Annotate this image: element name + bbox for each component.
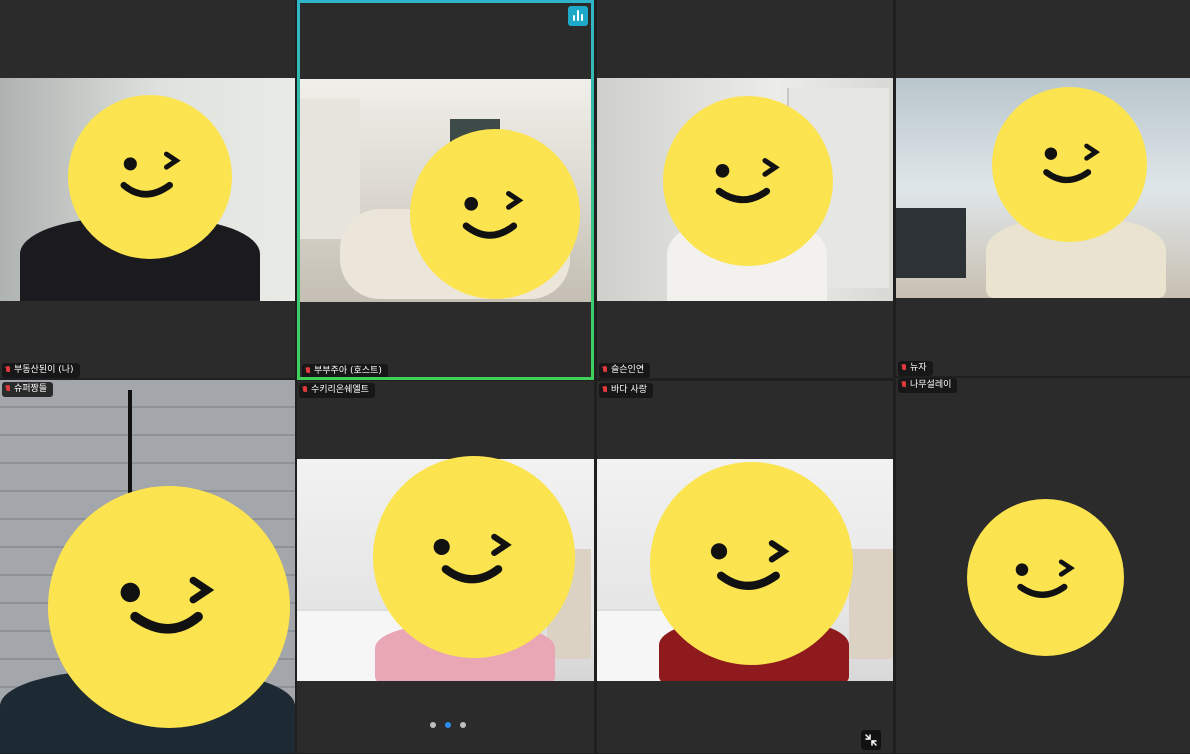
participant-name-tag: 수키리온쉐엘트	[299, 383, 375, 398]
participant-name: 수키리온쉐엘트	[311, 385, 369, 395]
participant-name: 뉴자	[910, 363, 927, 373]
mic-muted-icon	[602, 386, 608, 395]
smiley-face-avatar	[992, 87, 1147, 242]
mic-muted-icon	[305, 367, 311, 376]
mic-muted-icon	[302, 386, 308, 395]
audio-wave-icon	[568, 6, 588, 26]
participant-name-tag: 슬슨인연	[599, 363, 651, 378]
smiley-face-avatar	[663, 96, 833, 266]
smiley-face-avatar	[410, 129, 580, 299]
participant-name-tag: 나무설레이	[898, 378, 958, 393]
smiley-face-avatar	[373, 456, 575, 658]
smiley-face-avatar	[48, 486, 290, 728]
mic-muted-icon	[5, 385, 11, 394]
mic-muted-icon	[602, 366, 608, 375]
collapse-arrows-icon[interactable]	[861, 730, 881, 750]
participant-name: 슬슨인연	[611, 365, 645, 375]
smiley-face-avatar	[967, 499, 1124, 656]
mic-muted-icon	[901, 381, 907, 390]
mic-muted-icon	[5, 366, 11, 375]
participant-name: 나무설레이	[910, 380, 952, 390]
participant-name-tag: 바다 사랑	[599, 383, 653, 398]
page-dot-2-current[interactable]	[445, 722, 451, 728]
video-tile-3[interactable]: 슬슨인연	[597, 0, 893, 378]
participant-name: 부부주아 (호스트)	[314, 366, 382, 376]
participant-name-tag: 부부주아 (호스트)	[302, 364, 388, 377]
page-dot-3[interactable]	[460, 722, 466, 728]
participant-name: 부동산된이 (나)	[14, 365, 74, 375]
participant-name: 바다 사랑	[611, 385, 647, 395]
participant-name-tag: 슈퍼짱들	[2, 382, 54, 397]
participant-name-tag: 부동산된이 (나)	[2, 363, 80, 378]
video-tile-2[interactable]: 부부주아 (호스트)	[297, 0, 594, 380]
participant-name-tag: 뉴자	[898, 361, 933, 376]
video-tile-4[interactable]: 뉴자	[896, 0, 1190, 376]
participant-name: 슈퍼짱들	[14, 384, 48, 394]
smiley-face-avatar	[650, 462, 853, 665]
gallery-pagination	[423, 720, 473, 730]
mic-muted-icon	[901, 364, 907, 373]
page-dot-1[interactable]	[430, 722, 436, 728]
smiley-face-avatar	[68, 95, 232, 259]
video-tile-1[interactable]: 부동산된이 (나)	[0, 0, 295, 378]
